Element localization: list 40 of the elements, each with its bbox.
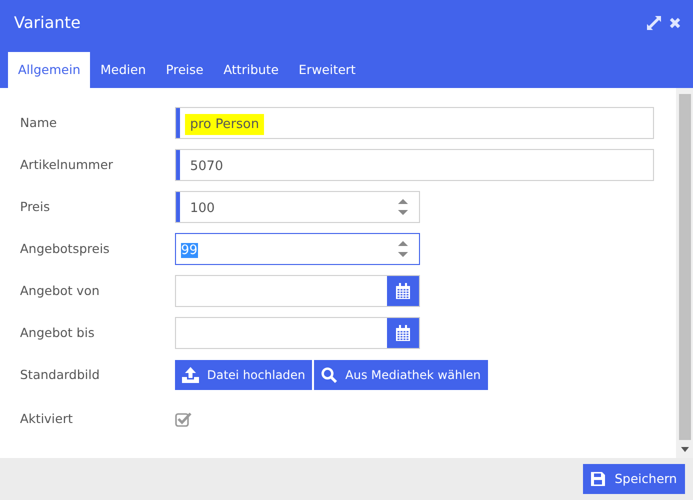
- field-label: Name: [20, 114, 58, 132]
- field-label: Preis: [20, 198, 51, 216]
- input-field[interactable]: pro Person: [175, 107, 654, 139]
- spinner-icon[interactable]: [397, 196, 409, 218]
- input-field[interactable]: 5070: [175, 149, 654, 181]
- calendar-button[interactable]: [387, 318, 419, 348]
- expand-icon[interactable]: [647, 16, 661, 30]
- spinner-icon[interactable]: [397, 238, 409, 260]
- field-value: pro Person: [185, 114, 264, 135]
- calendar-icon: [395, 282, 411, 300]
- window-title: Variante: [14, 12, 81, 34]
- field-label: Aktiviert: [20, 410, 74, 428]
- upload-icon: [182, 367, 199, 383]
- field-label: Angebotspreis: [20, 240, 111, 258]
- field-label: Standardbild: [20, 366, 101, 384]
- scroll-down-icon[interactable]: [680, 447, 688, 452]
- number-field[interactable]: 99: [175, 233, 420, 265]
- tab[interactable]: Allgemein: [8, 52, 90, 88]
- field-value: 99: [181, 243, 198, 258]
- tab[interactable]: Medien: [90, 52, 156, 88]
- library-button[interactable]: Aus Mediathek wählen: [314, 360, 488, 390]
- close-icon[interactable]: [669, 16, 681, 28]
- field-label: Angebot bis: [20, 324, 96, 342]
- tab[interactable]: Attribute: [213, 52, 289, 88]
- tab[interactable]: Preise: [156, 52, 214, 88]
- checkbox[interactable]: [175, 411, 192, 427]
- field-value: 5070: [190, 159, 224, 174]
- calendar-button[interactable]: [387, 276, 419, 306]
- scrollbar[interactable]: [676, 88, 693, 458]
- field-value: 100: [190, 201, 215, 216]
- date-field[interactable]: [175, 275, 420, 307]
- upload-button[interactable]: Datei hochladen: [175, 360, 312, 390]
- field-label: Artikelnummer: [20, 156, 114, 174]
- save-button[interactable]: Speichern: [582, 464, 685, 494]
- date-field[interactable]: [175, 317, 420, 349]
- field-label: Angebot von: [20, 282, 101, 300]
- search-icon: [321, 367, 338, 383]
- calendar-icon: [395, 324, 411, 342]
- tab[interactable]: Erweitert: [288, 52, 366, 88]
- number-field[interactable]: 100: [175, 191, 420, 223]
